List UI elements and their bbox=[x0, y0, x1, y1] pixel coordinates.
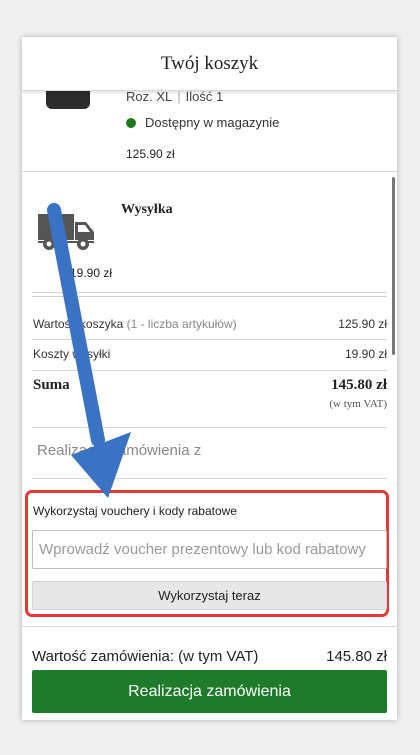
product-quantity: Ilość 1 bbox=[185, 89, 224, 104]
page-title: Twój koszyk bbox=[160, 52, 259, 74]
divider bbox=[32, 478, 387, 479]
total-value: 145.80 zł bbox=[331, 377, 387, 393]
apply-voucher-button[interactable]: Wykorzystaj teraz bbox=[32, 581, 387, 610]
voucher-title: Wykorzystaj vouchery i kody rabatowe bbox=[33, 504, 237, 518]
availability-status: Dostępny w magazynie bbox=[126, 115, 279, 130]
cart-header: Twój koszyk bbox=[22, 37, 397, 91]
order-value-row: Wartość zamówienia: (w tym VAT) 145.80 z… bbox=[32, 648, 387, 665]
cart-value-row: Wartość koszyka (1 - liczba artykułów) 1… bbox=[33, 317, 387, 331]
product-size: Roz. XL bbox=[126, 89, 173, 104]
in-stock-dot-icon bbox=[126, 117, 136, 128]
shipping-cost-row: Koszty wysyłki 19.90 zł bbox=[33, 347, 387, 361]
product-meta: Roz. XL | Ilość 1 bbox=[126, 89, 223, 104]
availability-text: Dostępny w magazynie bbox=[145, 115, 280, 130]
fulfillment-option[interactable]: Realizacja zamówienia z bbox=[37, 442, 201, 459]
cart-value-label: Wartość koszyka bbox=[33, 317, 124, 331]
meta-separator: | bbox=[177, 89, 181, 104]
shipping-title: Wysyłka bbox=[121, 202, 173, 217]
total-label: Suma bbox=[33, 377, 70, 393]
mobile-screen: Twój koszyk Roz. XL | Ilość 1 Dostępny w m… bbox=[22, 37, 397, 720]
divider bbox=[32, 339, 387, 340]
shipping-cost: 19.90 zł bbox=[344, 347, 387, 361]
scrollbar[interactable] bbox=[392, 177, 395, 355]
cart-value: 125.90 zł bbox=[338, 317, 387, 331]
truck-icon bbox=[38, 212, 96, 257]
shipping-cost-label: Koszty wysyłki bbox=[33, 347, 111, 361]
checkout-button[interactable]: Realizacja zamówienia bbox=[32, 670, 387, 713]
shipping-price: 19.90 zł bbox=[70, 266, 113, 280]
voucher-code-input[interactable] bbox=[32, 530, 387, 569]
cart-value-label-group: Wartość koszyka (1 - liczba artykułów) bbox=[33, 317, 237, 331]
order-value-label: Wartość zamówienia: (w tym VAT) bbox=[32, 648, 259, 665]
divider bbox=[22, 626, 397, 627]
product-price: 125.90 zł bbox=[126, 147, 175, 161]
cart-value-note: (1 - liczba artykułów) bbox=[126, 317, 237, 331]
divider bbox=[32, 370, 387, 371]
total-vat-note: (w tym VAT) bbox=[329, 398, 387, 410]
product-image[interactable] bbox=[46, 89, 90, 109]
order-value: 145.80 zł bbox=[326, 648, 387, 665]
divider bbox=[22, 171, 397, 172]
divider bbox=[32, 427, 387, 428]
divider bbox=[32, 292, 387, 297]
